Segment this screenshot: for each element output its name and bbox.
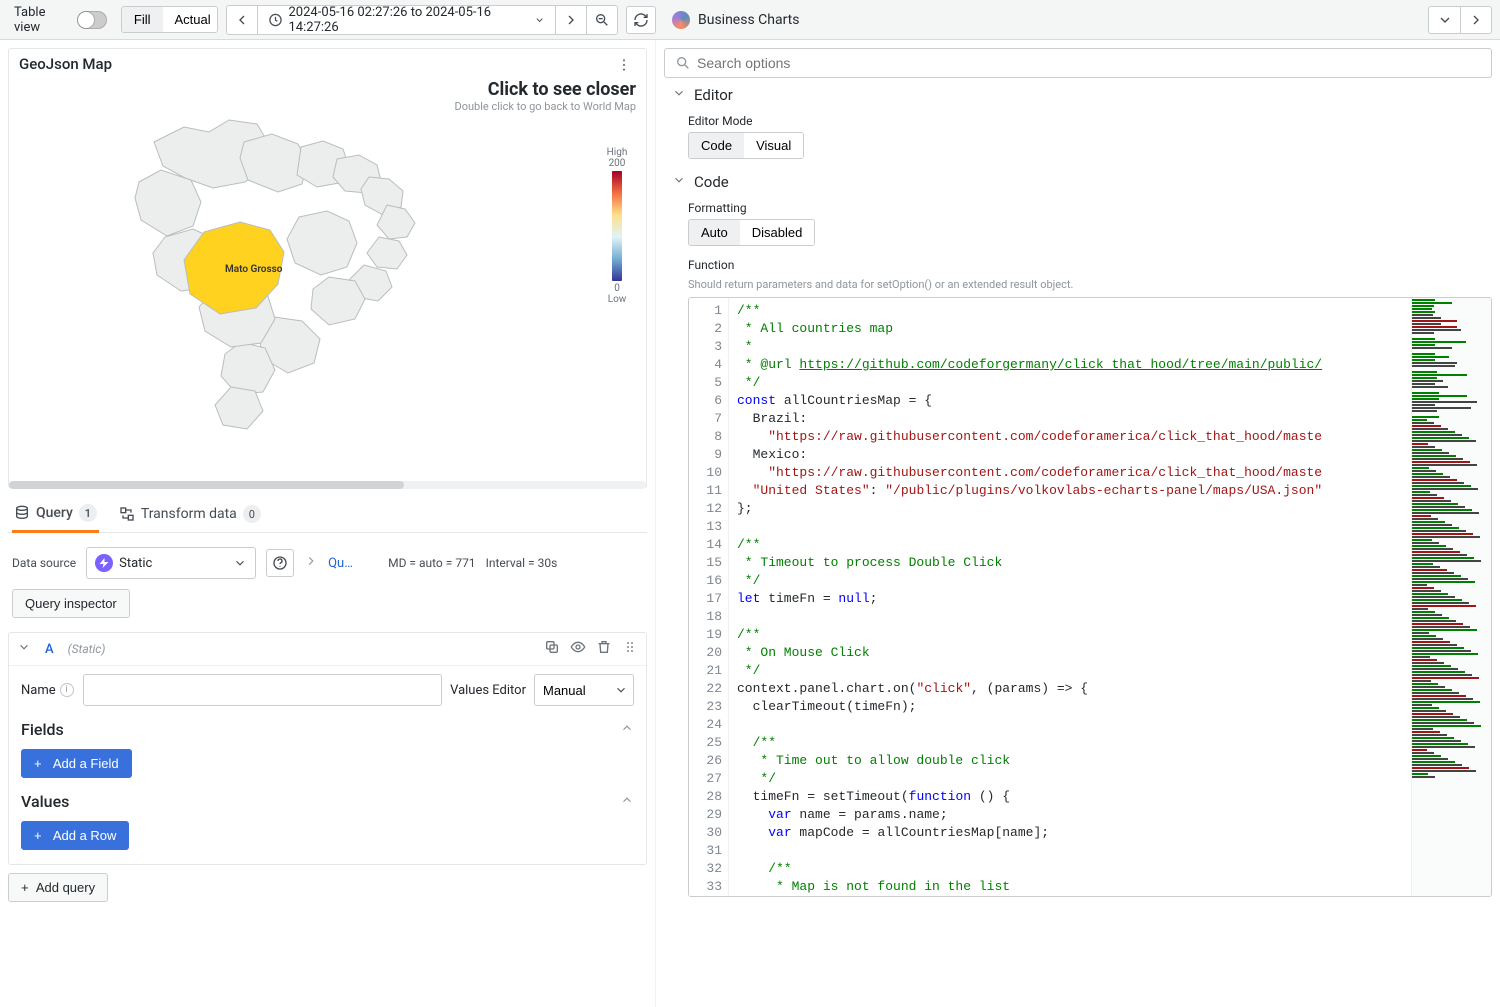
- map-legend: High 200 0 Low: [600, 147, 634, 305]
- values-heading: Values: [21, 792, 69, 811]
- code-minimap[interactable]: [1411, 298, 1491, 896]
- datasource-label: Data source: [12, 556, 76, 570]
- chevron-down-icon: [233, 556, 247, 570]
- add-field-button[interactable]: + Add a Field: [21, 749, 132, 778]
- fields-heading: Fields: [21, 720, 64, 739]
- panel-options-collapse[interactable]: [1460, 6, 1492, 34]
- map-canvas[interactable]: Mato Grosso High 200 0 Low: [19, 117, 636, 467]
- values-editor-select[interactable]: Manual: [534, 674, 634, 706]
- help-icon: [272, 555, 288, 571]
- time-range-text: 2024-05-16 02:27:26 to 2024-05-16 14:27:…: [289, 5, 528, 35]
- interval-info: Interval = 30s: [486, 556, 558, 570]
- search-input[interactable]: [697, 55, 1481, 71]
- query-tabs: Query 1 Transform data 0: [8, 496, 647, 533]
- plugin-title: Business Charts: [698, 12, 799, 28]
- refresh-icon: [633, 12, 649, 28]
- name-input[interactable]: [83, 674, 442, 706]
- code-gutter: 1234567891011121314151617181920212223242…: [689, 298, 729, 896]
- time-range-picker: 2024-05-16 02:27:26 to 2024-05-16 14:27:…: [226, 5, 618, 35]
- section-editor[interactable]: Editor: [664, 86, 1500, 110]
- chevron-right-icon: [563, 12, 579, 28]
- editor-mode-code[interactable]: Code: [689, 133, 744, 158]
- drag-query-handle[interactable]: [622, 639, 638, 659]
- toggle-query-visibility-button[interactable]: [570, 639, 586, 659]
- fill-button[interactable]: Fill: [122, 7, 163, 32]
- transform-icon: [119, 506, 135, 522]
- copy-icon: [544, 639, 560, 655]
- grip-icon: [622, 639, 638, 655]
- tab-transform[interactable]: Transform data 0: [117, 496, 263, 532]
- add-query-button[interactable]: + Add query: [8, 873, 108, 902]
- function-help: Should return parameters and data for se…: [688, 278, 1492, 291]
- table-view-toggle[interactable]: [77, 11, 107, 29]
- query-options-link[interactable]: Query options: [328, 556, 356, 571]
- code-content[interactable]: /** * All countries map * * @url https:/…: [729, 298, 1411, 896]
- editor-mode-visual[interactable]: Visual: [744, 133, 803, 158]
- transform-count-badge: 0: [243, 505, 261, 523]
- fields-collapse[interactable]: [620, 720, 634, 739]
- values-editor-label: Values Editor: [450, 683, 526, 698]
- chevron-right-icon: [1468, 12, 1484, 28]
- duplicate-query-button[interactable]: [544, 639, 560, 659]
- table-view-label: Table view: [14, 5, 71, 35]
- zoom-out-button[interactable]: [587, 6, 617, 34]
- actual-button[interactable]: Actual: [163, 7, 218, 32]
- formatting-label: Formatting: [688, 201, 1492, 215]
- md-info: MD = auto = 771: [388, 556, 475, 570]
- search-icon: [675, 55, 691, 71]
- panel-menu-button[interactable]: [612, 55, 636, 79]
- trash-icon: [596, 639, 612, 655]
- chevron-down-icon: [534, 14, 545, 26]
- plugin-title-group[interactable]: Business Charts: [672, 11, 807, 29]
- formatting-disabled[interactable]: Disabled: [740, 220, 815, 245]
- query-ds-hint: (Static): [68, 642, 106, 656]
- query-count-badge: 1: [79, 504, 97, 522]
- editor-mode-label: Editor Mode: [688, 114, 1492, 128]
- time-back-button[interactable]: [227, 6, 257, 34]
- top-toolbar: Table view Fill Actual 2024-05-16 02:27:…: [0, 0, 1500, 40]
- time-range-button[interactable]: 2024-05-16 02:27:26 to 2024-05-16 14:27:…: [258, 6, 555, 34]
- brazil-map: Mato Grosso: [69, 87, 469, 447]
- formatting-auto[interactable]: Auto: [689, 220, 740, 245]
- panel-title: GeoJson Map: [19, 55, 112, 73]
- query-a-card: A (Static) Namei Values Editor: [8, 632, 647, 865]
- query-ref-id[interactable]: A: [41, 642, 58, 657]
- plugin-icon: [672, 11, 690, 29]
- zoom-out-icon: [594, 12, 610, 28]
- datasource-icon: [95, 554, 113, 572]
- datasource-select[interactable]: Static: [86, 547, 256, 579]
- function-label: Function: [688, 258, 1492, 272]
- query-inspector-button[interactable]: Query inspector: [12, 589, 130, 618]
- panel-preview: GeoJson Map Click to see closer Double c…: [8, 48, 647, 488]
- database-icon: [14, 505, 30, 521]
- values-collapse[interactable]: [620, 792, 634, 811]
- region-label: Mato Grosso: [225, 264, 283, 275]
- code-editor[interactable]: 1234567891011121314151617181920212223242…: [688, 297, 1492, 897]
- time-forward-button[interactable]: [556, 6, 586, 34]
- section-code[interactable]: Code: [664, 167, 1500, 197]
- chevron-left-icon: [234, 12, 250, 28]
- tab-query[interactable]: Query 1: [12, 496, 99, 533]
- refresh-button[interactable]: [626, 6, 656, 34]
- panel-options-chevron[interactable]: [1428, 6, 1460, 34]
- kebab-icon: [616, 57, 632, 73]
- query-collapse-toggle[interactable]: [17, 640, 31, 658]
- query-options-caret[interactable]: [304, 554, 318, 572]
- name-label: Namei: [21, 683, 75, 698]
- clock-icon: [268, 12, 283, 28]
- info-icon: i: [60, 683, 74, 697]
- search-options: [664, 48, 1492, 78]
- chevron-down-icon: [1437, 12, 1453, 28]
- delete-query-button[interactable]: [596, 639, 612, 659]
- panel-scrollbar[interactable]: [9, 481, 646, 489]
- add-row-button[interactable]: + Add a Row: [21, 821, 129, 850]
- fill-actual-group: Fill Actual: [121, 6, 218, 33]
- datasource-help-button[interactable]: [266, 549, 294, 577]
- datasource-row: Data source Static Query options MD = au…: [8, 541, 647, 624]
- eye-icon: [570, 639, 586, 655]
